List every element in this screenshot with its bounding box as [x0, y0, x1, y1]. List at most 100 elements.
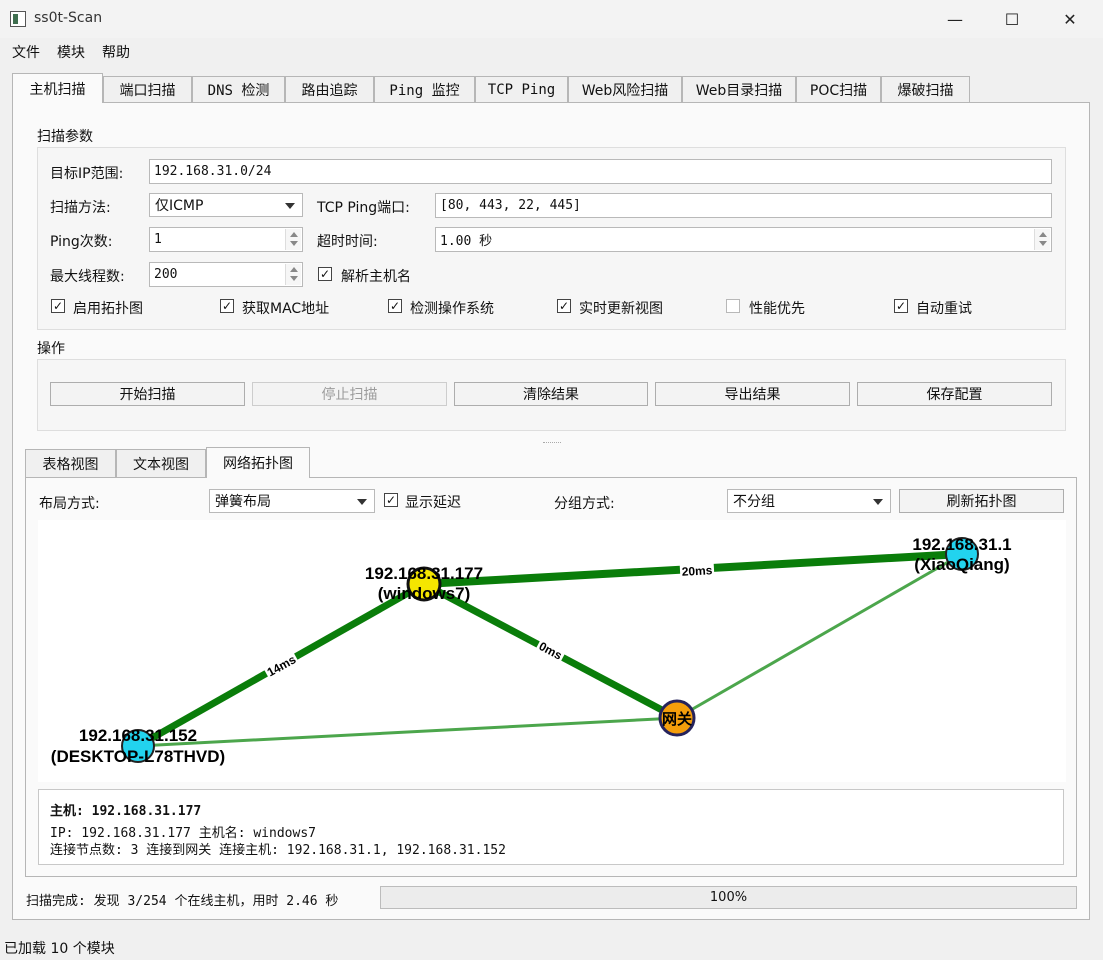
spin-buttons[interactable]: [1034, 229, 1050, 250]
node-gateway[interactable]: 网关: [658, 699, 696, 737]
group-by-label: 分组方式:: [554, 496, 615, 512]
topology-graph[interactable]: 20ms 0ms 14ms 192.168.31.177 (windows7) …: [38, 520, 1066, 782]
detect-os-label: 检测操作系统: [410, 301, 494, 317]
clear-results-button[interactable]: 清除结果: [454, 382, 648, 406]
node-ip-label: 192.168.31.177: [365, 564, 483, 583]
resolve-hostname-checkbox[interactable]: ✓: [318, 267, 332, 281]
tab-port-scan[interactable]: 端口扫描: [103, 76, 192, 102]
save-config-button[interactable]: 保存配置: [857, 382, 1052, 406]
get-mac-label: 获取MAC地址: [242, 301, 330, 317]
maximize-button[interactable]: ☐: [989, 0, 1035, 38]
max-threads-value: 200: [154, 267, 178, 282]
window-title: ss0t-Scan: [34, 10, 103, 26]
enable-topology-checkbox[interactable]: ✓: [51, 299, 65, 313]
node-xiaoqiang[interactable]: 192.168.31.1 (XiaoQiang): [912, 535, 1011, 574]
spin-up-icon: [290, 267, 298, 272]
timeout-spinbox[interactable]: 1.00 秒: [435, 227, 1052, 252]
ping-count-spinbox[interactable]: 1: [149, 227, 303, 252]
tcp-ports-label: TCP Ping端口:: [317, 200, 410, 216]
spin-up-icon: [290, 232, 298, 237]
edge-gateway-xiaoqiang: [676, 552, 963, 720]
export-results-button[interactable]: 导出结果: [655, 382, 850, 406]
node-ip-label: 192.168.31.152: [79, 726, 197, 745]
menu-bar: [0, 38, 1103, 64]
chevron-down-icon: [357, 499, 367, 505]
app-icon: [10, 11, 26, 27]
status-bar: [0, 934, 1103, 960]
scan-method-value: 仅ICMP: [155, 198, 204, 214]
menu-help[interactable]: 帮助: [102, 42, 130, 62]
max-threads-spinbox[interactable]: 200: [149, 262, 303, 287]
detect-os-checkbox[interactable]: ✓: [388, 299, 402, 313]
layout-value: 弹簧布局: [215, 494, 271, 510]
spin-down-icon: [290, 276, 298, 281]
spin-buttons[interactable]: [285, 229, 301, 250]
info-line-2: 连接节点数: 3 连接到网关 连接主机: 192.168.31.1, 192.1…: [50, 843, 506, 858]
layout-label: 布局方式:: [39, 496, 100, 512]
scan-method-select[interactable]: 仅ICMP: [149, 193, 303, 217]
enable-topology-label: 启用拓扑图: [73, 301, 143, 317]
tab-network-topology[interactable]: 网络拓扑图: [206, 447, 310, 478]
auto-retry-label: 自动重试: [916, 301, 972, 317]
tab-web-risk-scan[interactable]: Web风险扫描: [568, 76, 682, 102]
show-latency-label: 显示延迟: [405, 495, 461, 511]
tab-poc-scan[interactable]: POC扫描: [796, 76, 881, 102]
max-threads-label: 最大线程数:: [50, 269, 125, 285]
minimize-button[interactable]: —: [932, 0, 978, 38]
menu-file[interactable]: 文件: [12, 42, 40, 62]
timeout-value: 1.00 秒: [440, 234, 493, 249]
realtime-update-label: 实时更新视图: [579, 301, 663, 317]
node-host-label: (DESKTOP-L78THVD): [51, 747, 225, 766]
scan-params-title: 扫描参数: [37, 129, 93, 145]
edge-gateway-desktop: [137, 716, 678, 748]
target-ip-label: 目标IP范围:: [50, 166, 124, 182]
latency-label: 20ms: [681, 563, 713, 579]
performance-first-checkbox[interactable]: [726, 299, 740, 313]
latency-label: 14ms: [265, 652, 299, 679]
tab-dns-check[interactable]: DNS 检测: [192, 76, 285, 102]
tab-web-dir-scan[interactable]: Web目录扫描: [682, 76, 796, 102]
edge-label-e3: 14ms: [262, 650, 300, 679]
spin-down-icon: [1039, 241, 1047, 246]
timeout-label: 超时时间:: [317, 234, 378, 250]
get-mac-checkbox[interactable]: ✓: [220, 299, 234, 313]
node-label: 网关: [662, 710, 692, 728]
realtime-update-checkbox[interactable]: ✓: [557, 299, 571, 313]
target-ip-input[interactable]: 192.168.31.0/24: [149, 159, 1052, 184]
scan-summary: 扫描完成: 发现 3/254 个在线主机，用时 2.46 秒: [26, 894, 339, 909]
node-win7[interactable]: 192.168.31.177 (windows7): [365, 564, 483, 603]
tab-host-scan[interactable]: 主机扫描: [12, 73, 103, 103]
chevron-down-icon: [873, 499, 883, 505]
tab-ping-monitor[interactable]: Ping 监控: [374, 76, 475, 102]
stop-scan-button[interactable]: 停止扫描: [252, 382, 447, 406]
splitter-handle[interactable]: [543, 442, 561, 444]
node-desktop[interactable]: 192.168.31.152 (DESKTOP-L78THVD): [51, 726, 225, 766]
topology-canvas[interactable]: 20ms 0ms 14ms 192.168.31.177 (windows7) …: [38, 520, 1066, 782]
tab-text-view[interactable]: 文本视图: [116, 449, 206, 477]
node-host-label: (windows7): [378, 584, 471, 603]
show-latency-checkbox[interactable]: ✓: [384, 493, 398, 507]
tab-traceroute[interactable]: 路由追踪: [285, 76, 374, 102]
layout-select[interactable]: 弹簧布局: [209, 489, 375, 513]
performance-first-label: 性能优先: [749, 301, 805, 317]
close-button[interactable]: ✕: [1047, 0, 1093, 38]
menu-module[interactable]: 模块: [57, 42, 85, 62]
status-bar-text: 已加载 10 个模块: [4, 941, 115, 957]
refresh-topology-button[interactable]: 刷新拓扑图: [899, 489, 1064, 513]
info-title: 主机: 192.168.31.177: [50, 804, 202, 819]
start-scan-button[interactable]: 开始扫描: [50, 382, 245, 406]
spin-down-icon: [290, 241, 298, 246]
tab-brute-scan[interactable]: 爆破扫描: [881, 76, 970, 102]
tab-table-view[interactable]: 表格视图: [25, 449, 116, 477]
spin-buttons[interactable]: [285, 264, 301, 285]
chevron-down-icon: [285, 203, 295, 209]
resolve-hostname-label: 解析主机名: [341, 269, 411, 285]
tab-tcp-ping[interactable]: TCP Ping: [475, 76, 568, 102]
progress-text: 100%: [709, 890, 748, 905]
tcp-ports-input[interactable]: [80, 443, 22, 445]: [435, 193, 1052, 218]
ping-count-label: Ping次数:: [50, 234, 113, 250]
scan-method-label: 扫描方法:: [50, 200, 111, 216]
group-by-select[interactable]: 不分组: [727, 489, 891, 513]
auto-retry-checkbox[interactable]: ✓: [894, 299, 908, 313]
edge-label-e1: 20ms: [679, 562, 715, 579]
